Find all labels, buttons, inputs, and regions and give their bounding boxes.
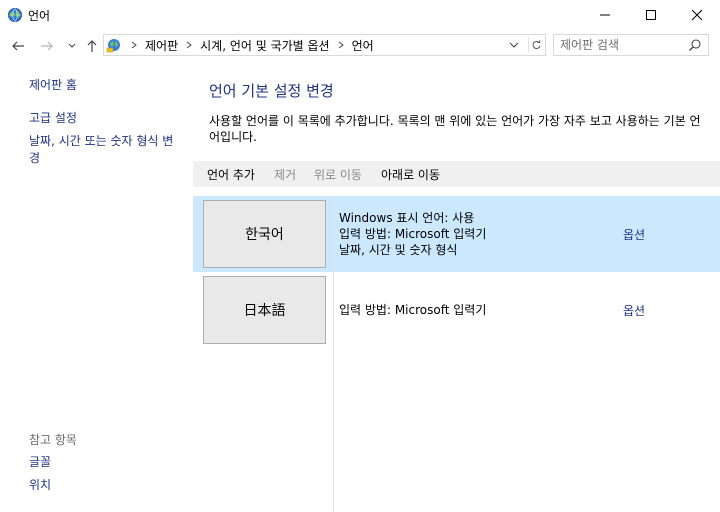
language-details: Windows 표시 언어: 사용 입력 방법: Microsoft 입력기 날… [339,210,486,258]
main-content: 언어 기본 설정 변경 사용할 언어를 이 목록에 추가합니다. 목록의 맨 위… [193,61,720,512]
sidebar-item-fonts[interactable]: 글꼴 [29,454,51,471]
list-item[interactable]: 한국어 Windows 표시 언어: 사용 입력 방법: Microsoft 입… [193,196,720,272]
close-icon [691,9,703,21]
arrow-right-icon [41,41,53,51]
address-bar[interactable]: 제어판 시계, 언어 및 국가별 옵션 언어 [103,34,546,56]
sidebar: 제어판 홈 고급 설정 날짜, 시간 또는 숫자 형식 변경 참고 항목 글꼴 … [0,61,193,512]
forward-button[interactable] [39,38,55,54]
sidebar-item-control-panel-home[interactable]: 제어판 홈 [29,77,77,94]
move-up-button[interactable]: 위로 이동 [314,166,362,183]
list-item[interactable]: 日本語 입력 방법: Microsoft 입력기 옵션 [193,272,720,348]
chevron-right-icon[interactable] [333,37,349,53]
arrow-left-icon [12,41,24,51]
up-button[interactable] [84,38,100,54]
chevron-down-icon[interactable] [507,38,521,52]
language-toolbar: 언어 추가 제거 위로 이동 아래로 이동 [193,161,720,187]
breadcrumb-item-language[interactable]: 언어 [349,37,377,54]
language-details: 입력 방법: Microsoft 입력기 [339,302,486,318]
title-bar: 언어 [0,0,720,31]
column-divider [333,196,334,512]
see-also-header: 참고 항목 [29,433,77,447]
page-description: 사용할 언어를 이 목록에 추가합니다. 목록의 맨 위에 있는 언어가 가장 … [209,114,701,144]
breadcrumb-item-clock-language-region[interactable]: 시계, 언어 및 국가별 옵션 [197,37,332,54]
sidebar-item-location[interactable]: 위치 [29,477,51,494]
control-panel-icon [106,39,120,53]
globe-icon [8,8,22,22]
language-tile[interactable]: 日本語 [203,276,326,344]
sidebar-item-advanced-settings[interactable]: 고급 설정 [29,110,77,127]
page-title: 언어 기본 설정 변경 [209,82,334,100]
sidebar-item-date-time-format[interactable]: 날짜, 시간 또는 숫자 형식 변경 [29,133,184,167]
close-button[interactable] [674,0,720,30]
window-title: 언어 [28,9,51,23]
language-detail-line: 날짜, 시간 및 숫자 형식 [339,243,458,257]
add-language-button[interactable]: 언어 추가 [207,166,255,183]
chevron-right-icon[interactable] [181,37,197,53]
search-input[interactable] [560,37,680,53]
address-row: 제어판 시계, 언어 및 국가별 옵션 언어 [0,31,720,61]
back-button[interactable] [10,38,26,54]
recent-locations-button[interactable] [64,38,80,54]
breadcrumb: 제어판 시계, 언어 및 국가별 옵션 언어 [126,37,377,53]
minimize-icon [600,14,610,16]
remove-language-button[interactable]: 제거 [274,166,296,183]
language-options-link[interactable]: 옵션 [623,226,645,243]
maximize-icon [646,10,656,20]
maximize-button[interactable] [628,0,674,30]
move-down-button[interactable]: 아래로 이동 [381,166,440,183]
language-detail-line: 입력 방법: Microsoft 입력기 [339,303,487,317]
language-detail-line: Windows 표시 언어: 사용 [339,211,475,225]
minimize-button[interactable] [582,0,628,30]
language-tile[interactable]: 한국어 [203,200,326,268]
language-list: 한국어 Windows 표시 언어: 사용 입력 방법: Microsoft 입… [193,196,720,512]
language-detail-line: 입력 방법: Microsoft 입력기 [339,227,487,241]
chevron-right-icon[interactable] [126,37,142,53]
search-box[interactable] [553,34,709,56]
breadcrumb-item-control-panel[interactable]: 제어판 [142,37,181,54]
search-icon[interactable] [688,38,702,52]
arrow-up-icon [87,40,97,52]
language-options-link[interactable]: 옵션 [623,302,645,319]
chevron-down-icon [68,43,76,48]
refresh-icon[interactable] [528,37,542,53]
